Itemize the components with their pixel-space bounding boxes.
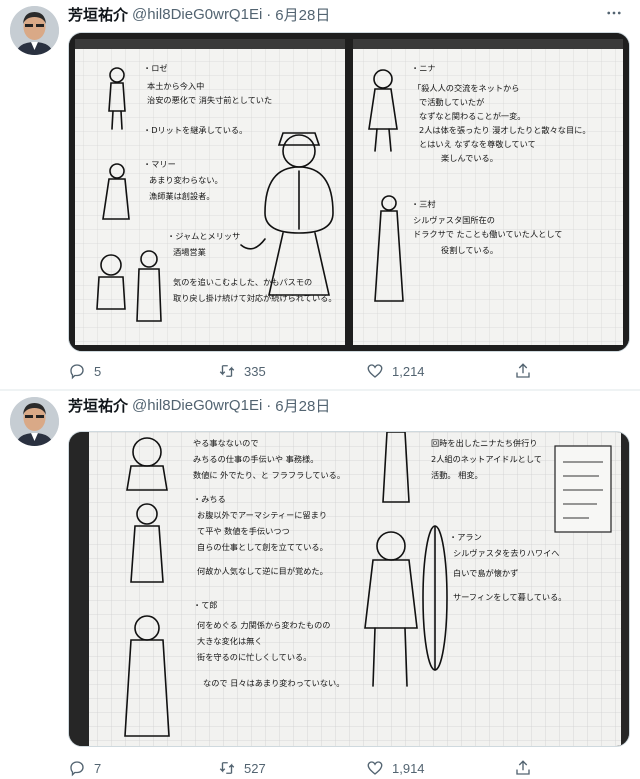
note-text: 何をめぐる 力関係から変わたものの (197, 620, 330, 630)
note-text: 何故か人気なして逆に目が覚めた。 (197, 566, 328, 576)
note-text: ドラクサで たことも働いていた人として (413, 229, 563, 239)
avatar[interactable] (10, 6, 59, 55)
tweet[interactable]: 芳垣祐介 @hil8DieG0wrQ1Ei · 6月28日 (0, 0, 640, 390)
sketch-image-pair: ・ロゼ 本土から今入中 治安の悪化で 消失寸前としていた ・Dリットを継承してい… (69, 33, 629, 351)
note-text: 数値に 外でたり、と フラフラしている。 (193, 470, 345, 480)
note-text: 酒場営業 (173, 247, 206, 257)
note-text: ・ロゼ (143, 63, 168, 73)
tweet-media[interactable]: ・ロゼ 本土から今入中 治安の悪化で 消失寸前としていた ・Dリットを継承してい… (68, 32, 630, 352)
avatar[interactable] (10, 397, 59, 446)
more-icon[interactable] (602, 4, 626, 27)
tweet-header: 芳垣祐介 @hil8DieG0wrQ1Ei · 6月28日 (68, 4, 330, 24)
retweet-count: 527 (244, 760, 266, 776)
note-text: ・ニナ (411, 63, 436, 73)
reply-count: 7 (94, 760, 102, 776)
note-text: 白いで島が懐かず (453, 568, 518, 578)
note-text: なずなと関わることが一変。 (419, 111, 525, 121)
tweet-date[interactable]: 6月28日 (275, 4, 330, 25)
tweet-date[interactable]: 6月28日 (275, 395, 330, 416)
note-text: 気のを追いこむよした、かもパスモの (173, 277, 312, 287)
like-count: 1,214 (392, 363, 425, 379)
note-text: 「殺人人の交流をネットから (413, 83, 519, 93)
note-text: 漁師業は創設者。 (149, 191, 215, 201)
retweet-icon (219, 762, 235, 774)
share-button[interactable] (514, 362, 532, 380)
author-name[interactable]: 芳垣祐介 (68, 4, 128, 25)
note-text: シルヴァスタを去りハワイへ (453, 548, 559, 558)
note-text: て平や 数値を手伝いつつ (197, 526, 290, 536)
note-text: ・Dリットを継承している。 (143, 125, 247, 135)
heart-icon (367, 761, 383, 775)
note-text: みちるの仕事の手伝いや 事務様。 (193, 454, 318, 464)
note-text: なので 日々はあまり変わっていない。 (203, 678, 344, 688)
note-text: お腹以外でアーマシティーに留まり (197, 510, 327, 520)
note-text: 本土から今入中 (147, 81, 204, 91)
note-text: サーフィンをして暮している。 (453, 592, 566, 602)
note-text: 大きな変化は無く (197, 636, 263, 646)
note-text: ・アラン (449, 532, 482, 542)
sketch-image: やる事なないので みちるの仕事の手伝いや 事務様。 数値に 外でたり、と フラフ… (69, 432, 629, 746)
retweet-count: 335 (244, 363, 266, 379)
author-handle[interactable]: @hil8DieG0wrQ1Ei (132, 6, 262, 23)
note-text: とはいえ なずなを尊敬していて (419, 139, 536, 149)
reply-count: 5 (94, 363, 102, 379)
note-text: やる事なないので (193, 438, 259, 448)
note-text: シルヴァスタ国所在の (413, 215, 495, 225)
author-handle[interactable]: @hil8DieG0wrQ1Ei (132, 397, 262, 414)
reply-icon (70, 364, 84, 380)
separator-dot: · (266, 5, 272, 23)
tweet-actions: 7 527 1,914 (68, 757, 538, 779)
reply-button[interactable]: 7 (68, 759, 101, 777)
note-text: ・て郎 (193, 600, 218, 610)
share-button[interactable] (514, 759, 532, 777)
note-text: ・みちる (193, 494, 226, 504)
heart-icon (367, 364, 383, 378)
note-text: 街を守るのに忙しくしている。 (197, 652, 311, 662)
note-text: 自らの仕事として創を立てている。 (197, 542, 328, 552)
note-text: 楽しんでいる。 (441, 153, 498, 163)
retweet-button[interactable]: 335 (218, 362, 266, 380)
note-text: ・マリー (143, 159, 176, 169)
note-text: で活動していたが (419, 97, 484, 107)
share-icon (516, 760, 530, 775)
note-text: ・三村 (411, 199, 436, 209)
tweet-header: 芳垣祐介 @hil8DieG0wrQ1Ei · 6月28日 (68, 395, 330, 415)
note-text: 2人は体を張ったり 漫才したりと散々な目に。 (419, 125, 591, 135)
like-count: 1,914 (392, 760, 425, 776)
note-text: 2人組のネットアイドルとして (431, 454, 542, 464)
tweet[interactable]: 芳垣祐介 @hil8DieG0wrQ1Ei · 6月28日 (0, 391, 640, 778)
note-text: 回時を出したニナたち併行り (431, 438, 537, 448)
retweet-button[interactable]: 527 (218, 759, 266, 777)
retweet-icon (219, 365, 235, 377)
note-text: 治安の悪化で 消失寸前としていた (147, 95, 272, 105)
reply-icon (70, 761, 84, 777)
note-text: あまり変わらない。 (149, 175, 223, 185)
note-text: ・ジャムとメリッサ (167, 231, 240, 241)
note-text: 取り戻し掛け続けて対応が続けられている。 (173, 293, 337, 303)
author-name[interactable]: 芳垣祐介 (68, 395, 128, 416)
tweet-media[interactable]: やる事なないので みちるの仕事の手伝いや 事務様。 数値に 外でたり、と フラフ… (68, 431, 630, 747)
tweet-actions: 5 335 1,214 (68, 360, 538, 382)
like-button[interactable]: 1,214 (366, 362, 425, 380)
like-button[interactable]: 1,914 (366, 759, 425, 777)
note-text: 活動。 相変。 (431, 470, 483, 480)
reply-button[interactable]: 5 (68, 362, 101, 380)
share-icon (516, 363, 530, 378)
note-text: 役割している。 (441, 245, 498, 255)
separator-dot: · (266, 396, 272, 414)
